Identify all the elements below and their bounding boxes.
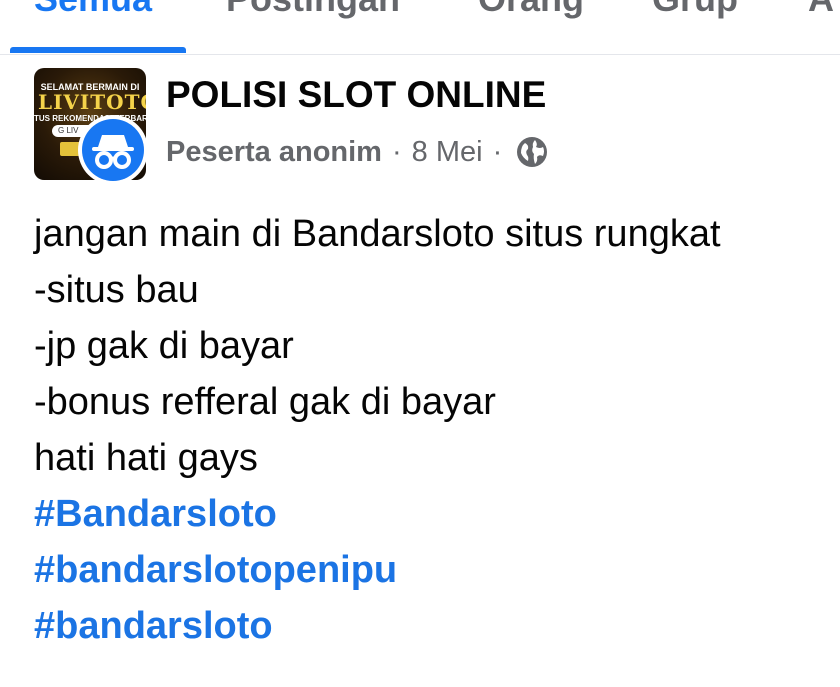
post-line: -jp gak di bayar [34,325,294,367]
active-tab-indicator [10,47,186,53]
post-line: hati hati gays [34,437,258,479]
tab-orang[interactable]: Orang [478,0,584,20]
search-tabs: Semua Postingan Orang Grup A [0,0,840,55]
post-line: -situs bau [34,269,199,311]
tab-more[interactable]: A [808,0,834,20]
hashtag-link[interactable]: #bandarslotopenipu [34,542,840,598]
meta-separator: · [391,135,402,168]
post-date[interactable]: 8 Mei [412,136,483,169]
hashtag-link[interactable]: #Bandarsloto [34,486,840,542]
post-line: jangan main di Bandarsloto situs rungkat [34,213,721,255]
tab-semua[interactable]: Semua [34,0,152,20]
meta-separator: · [492,135,503,168]
tab-grup[interactable]: Grup [652,0,738,20]
anonymous-avatar[interactable] [78,115,148,185]
post-text: jangan main di Bandarsloto situs rungkat… [34,206,840,654]
group-avatar-logo-text: LIVITOTO [38,90,146,114]
hashtag-link[interactable]: #bandarsloto [34,598,840,654]
tab-postingan[interactable]: Postingan [226,0,400,20]
incognito-icon [92,135,134,169]
post-line: -bonus refferal gak di bayar [34,381,496,423]
globe-icon [517,137,548,167]
group-name[interactable]: POLISI SLOT ONLINE [166,74,546,116]
post-meta: Peserta anonim · 8 Mei · [166,134,548,170]
anonymous-avatar-circle [82,119,144,181]
post-author[interactable]: Peserta anonim [166,136,382,169]
